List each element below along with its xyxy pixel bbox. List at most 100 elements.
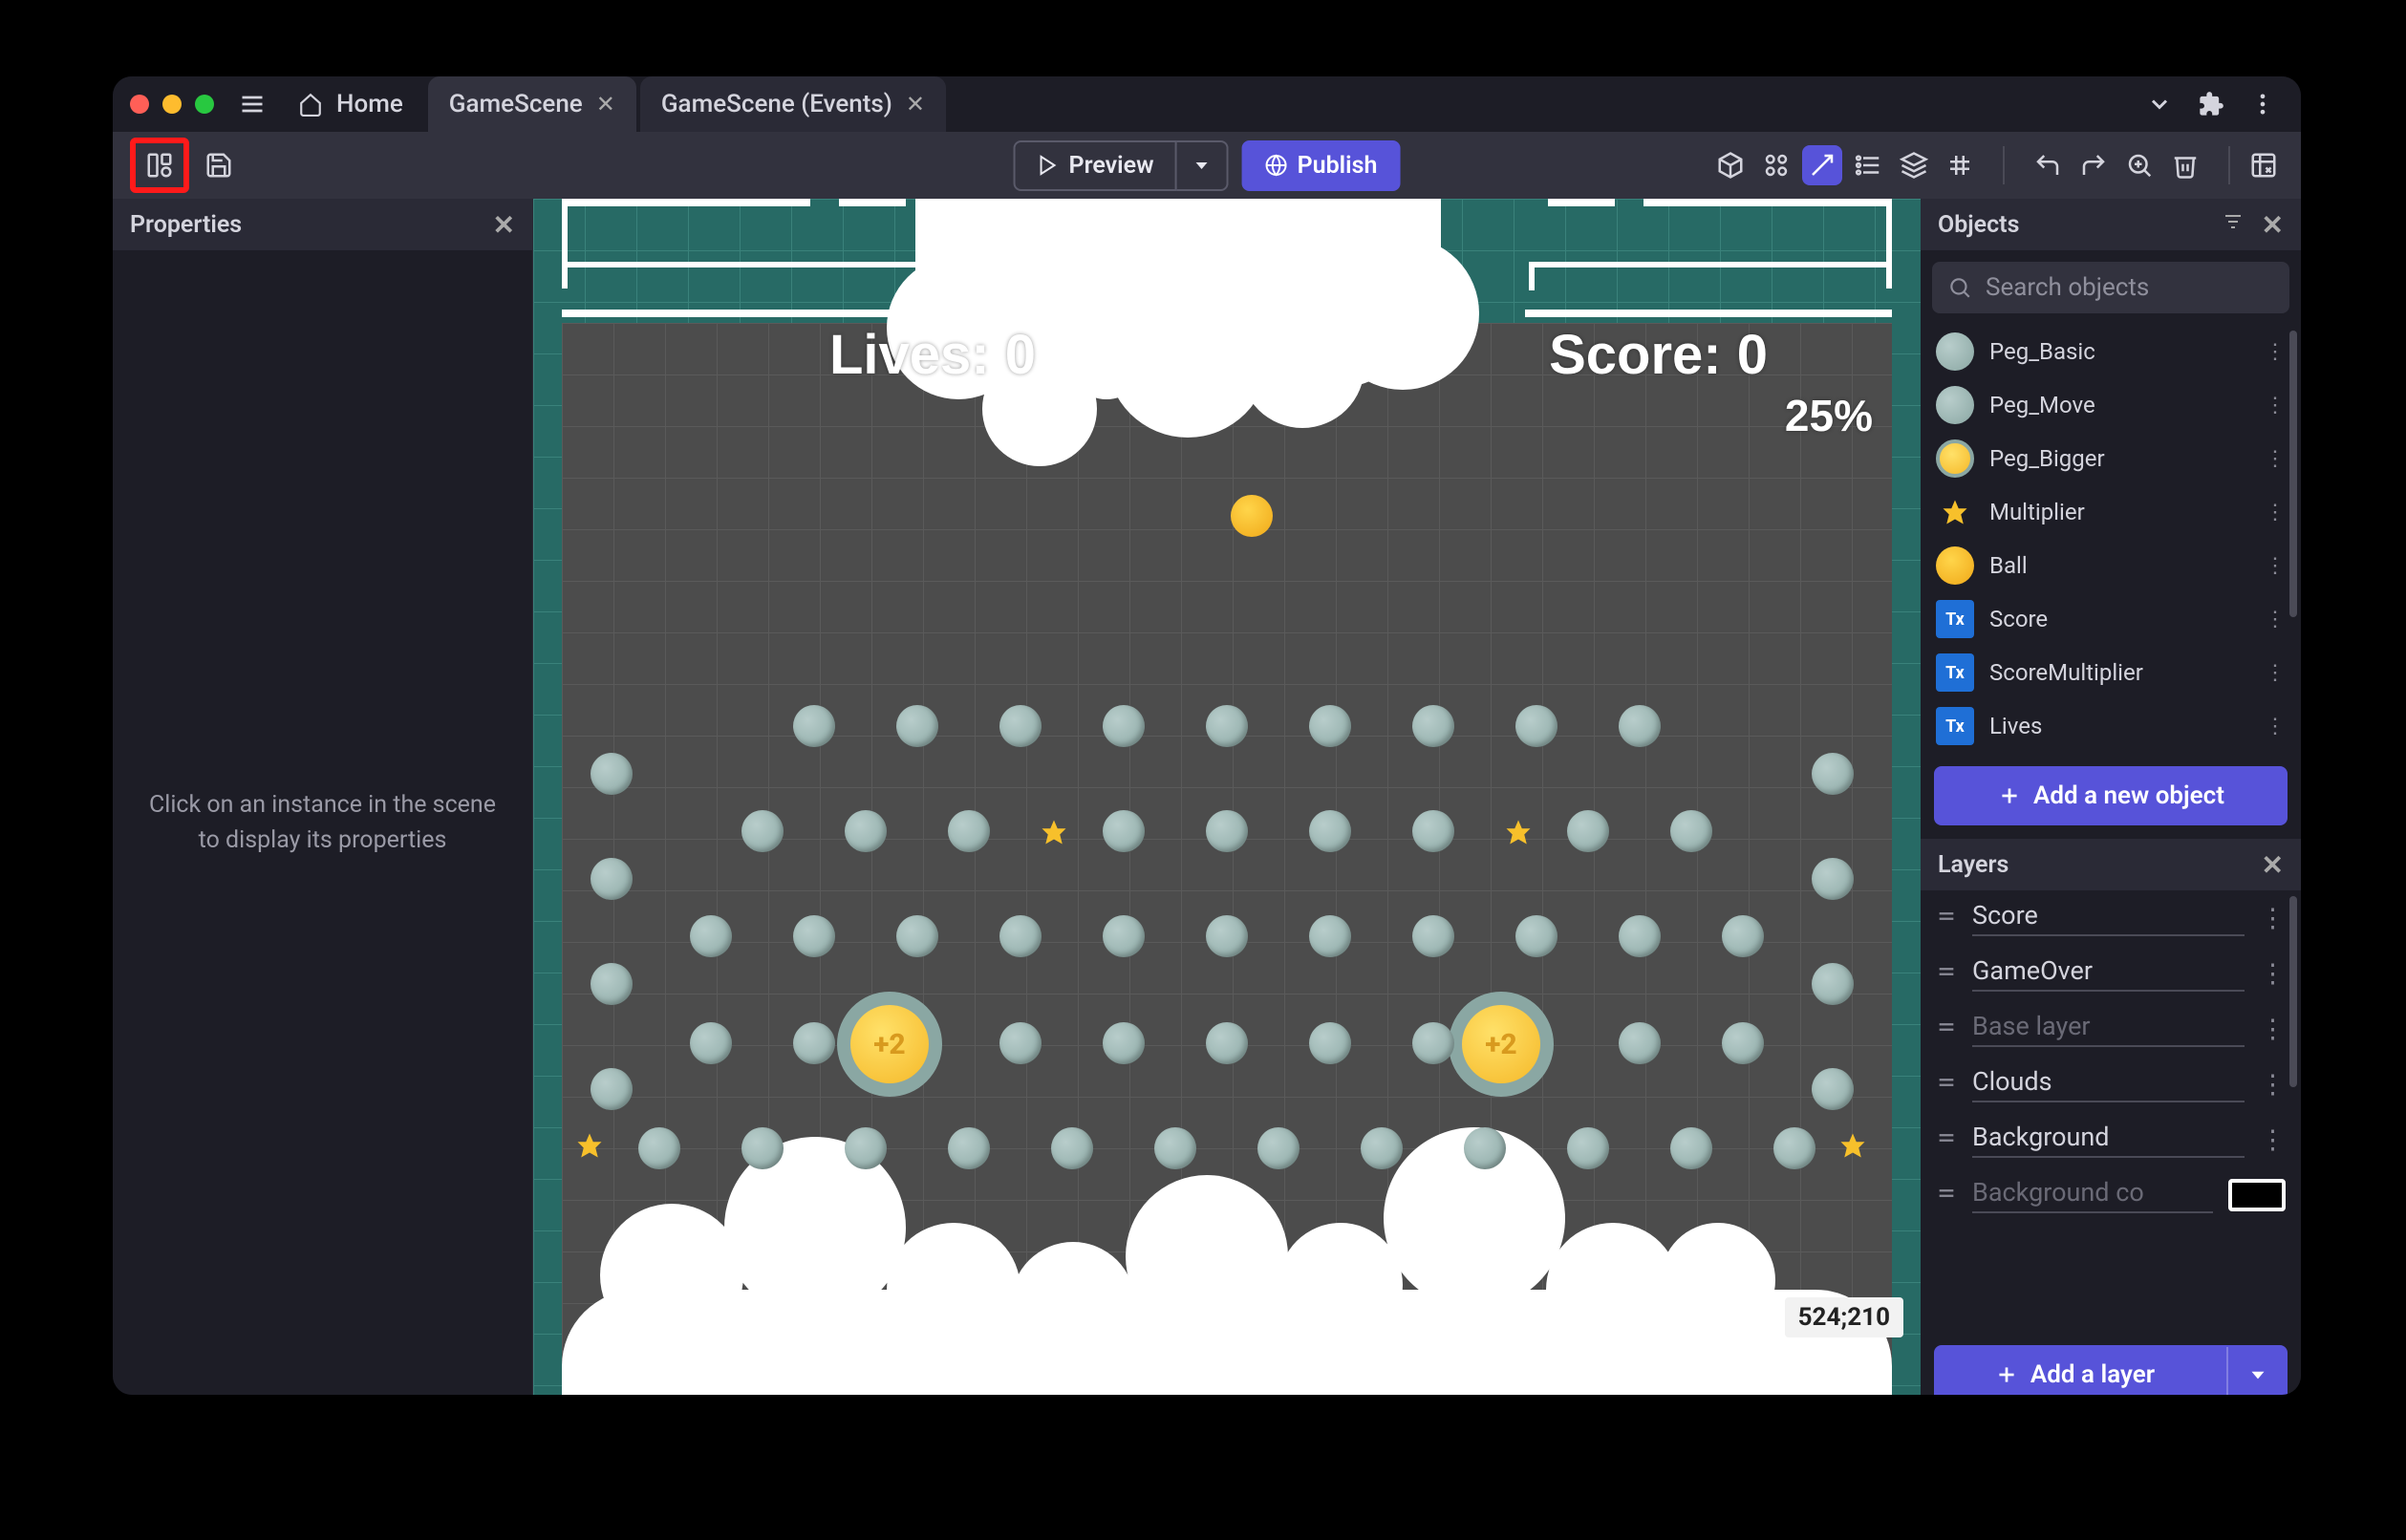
layer-row[interactable]: Base layer ⋮	[1921, 1001, 2301, 1057]
scene-peg-bigger[interactable]	[1449, 992, 1554, 1097]
redo-button[interactable]	[2073, 145, 2114, 185]
instances-list-icon[interactable]	[1848, 145, 1888, 185]
object-row[interactable]: Score⋮	[1921, 592, 2301, 646]
object-menu[interactable]: ⋮	[2265, 608, 2286, 631]
scene-star[interactable]	[1838, 1131, 1867, 1160]
object-menu[interactable]: ⋮	[2265, 501, 2286, 524]
object-row[interactable]: Peg_Move⋮	[1921, 378, 2301, 432]
cursor-coordinates: 524;210	[1785, 1297, 1903, 1337]
tab-bar: Home GameScene ✕ GameScene (Events) ✕	[277, 76, 950, 132]
properties-panel-icon[interactable]	[1802, 145, 1842, 185]
scene-settings-icon[interactable]	[2244, 145, 2284, 185]
object-menu[interactable]: ⋮	[2265, 340, 2286, 364]
scene-peg-bigger[interactable]	[837, 992, 942, 1097]
properties-empty-text: Click on an instance in the scene to dis…	[141, 787, 504, 859]
objects-title: Objects	[1938, 211, 2019, 239]
delete-button[interactable]	[2165, 145, 2205, 185]
tab-events[interactable]: GameScene (Events) ✕	[640, 76, 946, 132]
object-menu[interactable]: ⋮	[2265, 715, 2286, 738]
layer-menu[interactable]: ⋮	[2260, 1124, 2286, 1155]
object-name: ScoreMultiplier	[1989, 659, 2143, 686]
layer-row[interactable]: Background co	[1921, 1167, 2301, 1223]
drag-handle-icon[interactable]	[1936, 1180, 1957, 1210]
preview-button[interactable]: Preview	[1014, 140, 1177, 191]
scene-star[interactable]	[1504, 818, 1533, 846]
right-panels: Objects ✕ Search objects Peg_Basic⋮Peg_M…	[1921, 199, 2301, 1395]
scene-star[interactable]	[575, 1131, 604, 1160]
add-layer-dropdown[interactable]	[2226, 1347, 2288, 1395]
panels-toggle-button[interactable]	[140, 145, 180, 185]
tab-gamescene[interactable]: GameScene ✕	[428, 76, 636, 132]
scene-star[interactable]	[1040, 818, 1068, 846]
drag-handle-icon[interactable]	[1936, 903, 1957, 933]
layer-row[interactable]: GameOver⋮	[1921, 946, 2301, 1001]
object-menu[interactable]: ⋮	[2265, 394, 2286, 417]
layer-menu[interactable]: ⋮	[2260, 1014, 2286, 1044]
preview-dropdown[interactable]	[1177, 140, 1229, 191]
objects-search[interactable]: Search objects	[1932, 262, 2289, 313]
scene-canvas[interactable]: Lives: 0 Score: 0 25%	[533, 199, 1921, 1395]
preview-button-group: Preview	[1014, 140, 1229, 191]
tab-gamescene-close[interactable]: ✕	[596, 91, 615, 118]
search-placeholder: Search objects	[1986, 273, 2149, 302]
close-window[interactable]	[130, 95, 149, 114]
publish-button[interactable]: Publish	[1242, 140, 1401, 191]
object-menu[interactable]: ⋮	[2265, 554, 2286, 578]
layer-name: Base layer	[1972, 1011, 2245, 1047]
maximize-window[interactable]	[195, 95, 214, 114]
layer-row[interactable]: Score⋮	[1921, 890, 2301, 946]
tab-events-close[interactable]: ✕	[906, 91, 925, 118]
add-object-label: Add a new object	[2033, 781, 2224, 810]
object-thumb	[1936, 439, 1974, 478]
highlighted-panel-toggle	[130, 138, 189, 193]
object-row[interactable]: Multiplier ⋮	[1921, 485, 2301, 539]
object-row[interactable]: Lives⋮	[1921, 699, 2301, 753]
layer-menu[interactable]: ⋮	[2260, 1069, 2286, 1100]
save-button[interactable]	[199, 145, 239, 185]
titlebar-actions	[2146, 91, 2293, 118]
drag-handle-icon[interactable]	[1936, 1124, 1957, 1155]
hud-multiplier: 25%	[1785, 390, 1873, 441]
layer-row[interactable]: Clouds⋮	[1921, 1057, 2301, 1112]
drag-handle-icon[interactable]	[1936, 958, 1957, 989]
undo-button[interactable]	[2028, 145, 2068, 185]
layers-panel-icon[interactable]	[1894, 145, 1934, 185]
layer-row[interactable]: Background ⋮	[1921, 1112, 2301, 1167]
layer-menu[interactable]: ⋮	[2260, 958, 2286, 989]
layer-name: Background	[1972, 1122, 2245, 1158]
object-thumb	[1936, 332, 1974, 371]
layer-name: Background co	[1972, 1177, 2213, 1213]
objects-panel-icon[interactable]	[1710, 145, 1751, 185]
object-row[interactable]: Peg_Basic⋮	[1921, 325, 2301, 378]
minimize-window[interactable]	[162, 95, 182, 114]
object-menu[interactable]: ⋮	[2265, 447, 2286, 471]
layers-scrollbar[interactable]	[2289, 896, 2297, 1087]
add-object-button[interactable]: Add a new object	[1934, 766, 2288, 825]
scene-ball[interactable]	[1231, 495, 1273, 537]
drag-handle-icon[interactable]	[1936, 1014, 1957, 1044]
chevron-down-icon[interactable]	[2146, 91, 2173, 118]
main-menu-button[interactable]	[233, 85, 271, 123]
more-icon[interactable]	[2249, 91, 2276, 118]
objects-filter-icon[interactable]	[2222, 210, 2245, 240]
layer-color-swatch[interactable]	[2228, 1179, 2286, 1211]
object-row[interactable]: Ball⋮	[1921, 539, 2301, 592]
layer-menu[interactable]: ⋮	[2260, 903, 2286, 933]
grid-toggle-icon[interactable]	[1940, 145, 1980, 185]
objects-close[interactable]: ✕	[2262, 209, 2284, 241]
object-row[interactable]: ScoreMultiplier ⋮	[1921, 646, 2301, 699]
groups-panel-icon[interactable]	[1756, 145, 1796, 185]
extensions-icon[interactable]	[2198, 91, 2224, 118]
object-menu[interactable]: ⋮	[2265, 661, 2286, 685]
properties-close[interactable]: ✕	[493, 209, 515, 241]
drag-handle-icon[interactable]	[1936, 1069, 1957, 1100]
object-name: Multiplier	[1989, 499, 2085, 525]
layers-close[interactable]: ✕	[2262, 849, 2284, 881]
objects-scrollbar[interactable]	[2289, 331, 2297, 617]
zoom-button[interactable]	[2119, 145, 2159, 185]
layers-header: Layers ✕	[1921, 839, 2301, 890]
add-layer-button[interactable]: Add a layer	[1934, 1345, 2288, 1395]
tab-home[interactable]: Home	[277, 76, 424, 132]
object-thumb	[1936, 386, 1974, 424]
object-row[interactable]: Peg_Bigger⋮	[1921, 432, 2301, 485]
